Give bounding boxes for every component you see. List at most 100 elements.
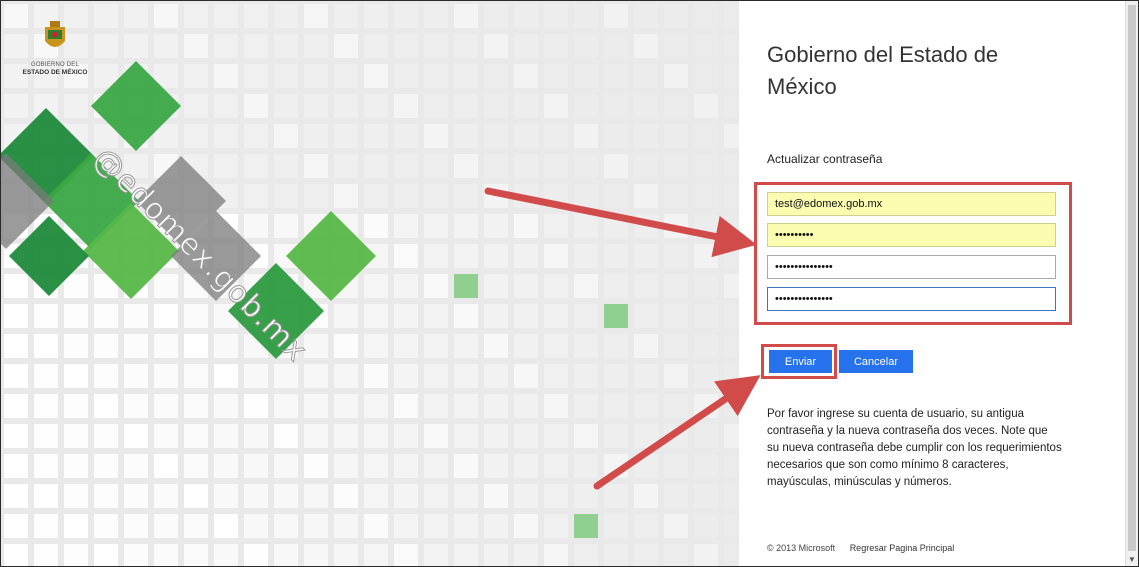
background-tile [394,544,418,566]
home-link[interactable]: Regresar Pagina Principal [850,543,955,553]
background-tile [664,304,688,328]
background-tile [394,124,418,148]
background-tile [694,94,718,118]
background-tile [664,64,688,88]
footer: © 2013 Microsoft Regresar Pagina Princip… [767,543,966,553]
tile-background [1,4,739,566]
background-tile [724,334,739,358]
background-tile [694,124,718,148]
background-tile [64,304,88,328]
background-tile [514,184,538,208]
background-tile [154,454,178,478]
page-title: Gobierno del Estado de México [767,42,999,99]
background-tile [514,64,538,88]
background-tile [394,424,418,448]
cancel-button[interactable]: Cancelar [839,350,913,373]
background-tile [694,334,718,358]
scrollbar[interactable]: ▼ [1125,1,1138,566]
background-tile [244,424,268,448]
background-tile [94,34,118,58]
background-tile [694,394,718,418]
scroll-down-arrow-icon[interactable]: ▼ [1128,555,1136,564]
background-tile [454,364,478,388]
background-tile [274,424,298,448]
background-tile [724,214,739,238]
background-tile [664,394,688,418]
background-tile [334,4,358,28]
background-tile [544,304,568,328]
background-tile [4,394,28,418]
background-tile [394,64,418,88]
background-tile [514,154,538,178]
background-tile [34,514,58,538]
background-tile [544,514,568,538]
background-tile [484,304,508,328]
background-tile [454,214,478,238]
background-tile [424,514,448,538]
background-tile [424,4,448,28]
background-tile [484,274,508,298]
background-tile [604,34,628,58]
background-tile [634,454,658,478]
background-tile [274,184,298,208]
background-tile [424,244,448,268]
accent-tile [454,274,478,298]
background-tile [574,244,598,268]
background-tile [214,394,238,418]
background-tile [724,364,739,388]
background-tile [244,394,268,418]
background-tile [4,334,28,358]
background-tile [154,394,178,418]
background-tile [604,334,628,358]
background-tile [364,364,388,388]
background-tile [664,124,688,148]
background-tile [664,484,688,508]
background-tile [724,4,739,28]
background-tile [154,334,178,358]
background-tile [664,94,688,118]
background-tile [724,544,739,566]
background-tile [514,34,538,58]
background-tile [634,184,658,208]
background-tile [724,244,739,268]
background-tile [214,514,238,538]
background-tile [544,484,568,508]
background-tile [664,544,688,566]
background-tile [454,424,478,448]
background-tile [214,484,238,508]
background-tile [94,4,118,28]
background-tile [574,154,598,178]
background-tile [64,334,88,358]
background-tile [604,424,628,448]
background-tile [64,94,88,118]
decorative-banner: GOBIERNO DEL ESTADO DE MÉXICO @edomex.go… [1,1,739,566]
background-tile [724,274,739,298]
background-tile [424,94,448,118]
background-tile [244,364,268,388]
background-tile [694,4,718,28]
background-tile [694,424,718,448]
background-tile [244,154,268,178]
background-tile [334,394,358,418]
background-tile [544,124,568,148]
background-tile [364,154,388,178]
accent-tile [604,304,628,328]
background-tile [274,34,298,58]
background-tile [334,34,358,58]
background-tile [364,124,388,148]
background-tile [394,244,418,268]
scrollbar-thumb[interactable] [1128,5,1136,551]
background-tile [724,154,739,178]
background-tile [574,184,598,208]
background-tile [184,514,208,538]
accent-tile [574,514,598,538]
background-tile [694,454,718,478]
background-tile [364,94,388,118]
background-tile [724,34,739,58]
background-tile [544,94,568,118]
background-tile [334,544,358,566]
app-window: GOBIERNO DEL ESTADO DE MÉXICO @edomex.go… [0,0,1139,567]
background-tile [94,394,118,418]
background-tile [634,4,658,28]
background-tile [574,34,598,58]
